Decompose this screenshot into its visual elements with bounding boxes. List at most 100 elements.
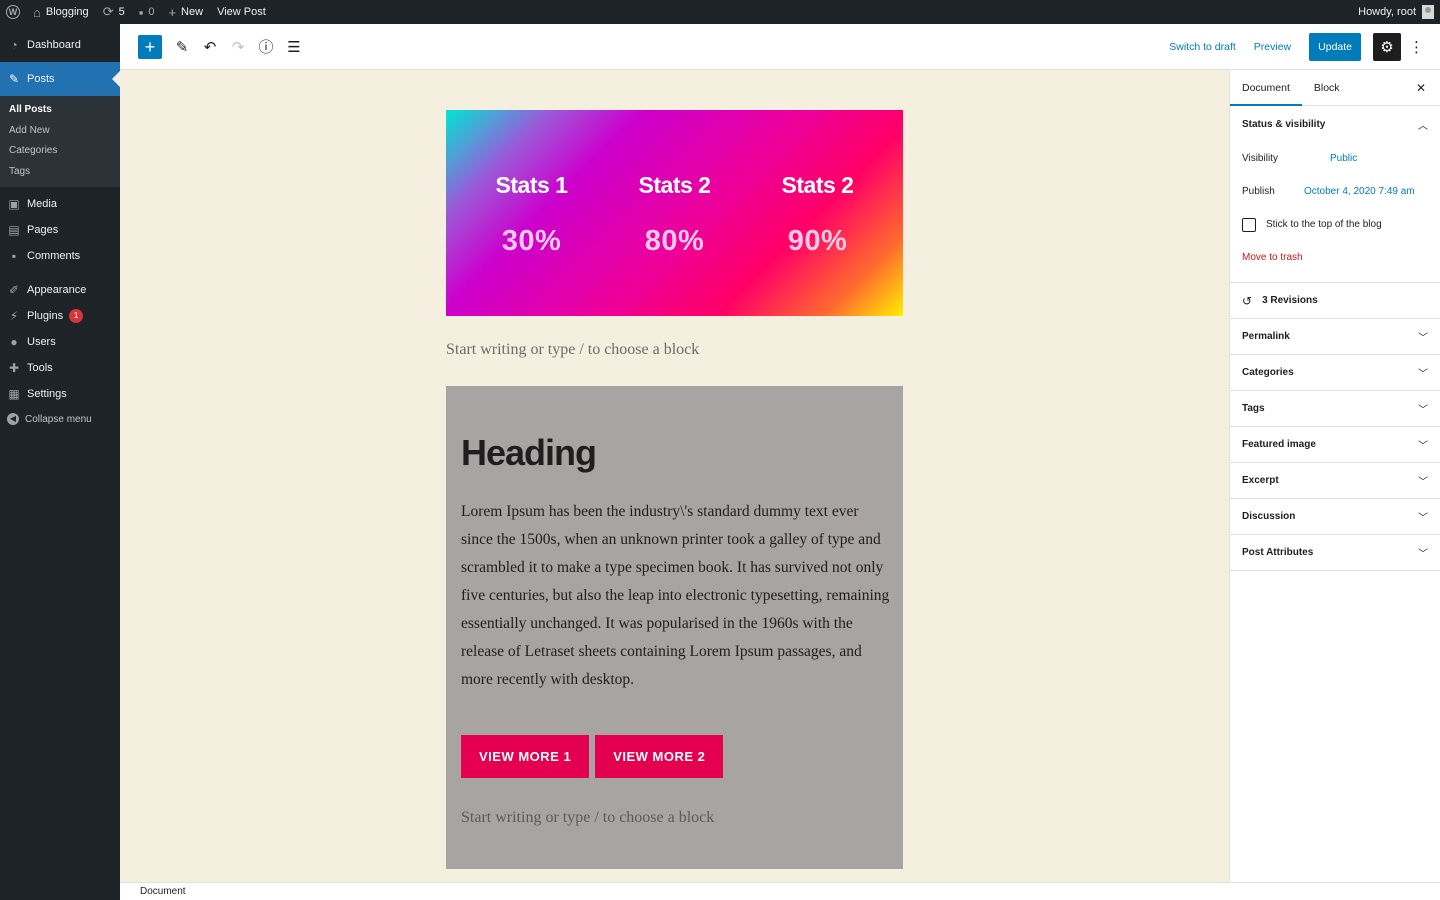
status-visibility-title: Status & visibility xyxy=(1242,118,1326,130)
menu-tools[interactable]: ✚ Tools xyxy=(0,355,120,381)
wordpress-logo-icon[interactable]: W xyxy=(6,5,20,19)
stat-column: Stats 2 90% xyxy=(748,110,888,316)
revisions-link[interactable]: ↺ 3 Revisions xyxy=(1230,283,1440,319)
panel-featured-image[interactable]: Featured image ﹀ xyxy=(1230,427,1440,463)
menu-media[interactable]: ▣ Media xyxy=(0,191,120,217)
collapse-menu-button[interactable]: ◀ Collapse menu xyxy=(0,407,120,431)
updates-count: 5 xyxy=(118,6,125,18)
tools-icon: ✚ xyxy=(8,361,20,375)
submenu-tags[interactable]: Tags xyxy=(0,162,120,183)
posts-submenu: All Posts Add New Categories Tags xyxy=(0,96,120,187)
comments-count: 0 xyxy=(148,6,155,18)
submenu-all-posts[interactable]: All Posts xyxy=(0,100,120,121)
menu-dashboard-label: Dashboard xyxy=(27,39,81,51)
admin-menu: ◔ Dashboard ✎ Posts All Posts Add New Ca… xyxy=(0,24,120,900)
pin-icon: ✎ xyxy=(8,72,20,86)
view-post-label: View Post xyxy=(217,6,266,18)
stat-title: Stats 1 xyxy=(495,172,568,198)
move-to-trash-button[interactable]: Move to trash xyxy=(1230,241,1440,274)
chevron-down-icon: ﹀ xyxy=(1418,549,1428,560)
menu-media-label: Media xyxy=(27,198,57,210)
appearance-icon: ✐ xyxy=(8,283,20,297)
panel-tags[interactable]: Tags ﹀ xyxy=(1230,391,1440,427)
greeting: Howdy, root xyxy=(1358,6,1416,18)
chevron-down-icon: ﹀ xyxy=(1418,513,1428,524)
sticky-checkbox[interactable] xyxy=(1242,217,1256,232)
stats-block[interactable]: Stats 1 30% Stats 2 80% Stats 2 90% xyxy=(446,110,903,316)
switch-to-draft-button[interactable]: Switch to draft xyxy=(1169,41,1236,53)
plugins-icon: ⚡ xyxy=(9,309,19,323)
updates-link[interactable]: ⟳ 5 xyxy=(96,0,132,24)
view-more-1-button[interactable]: VIEW MORE 1 xyxy=(461,735,590,778)
menu-plugins[interactable]: ⚡ Plugins 1 xyxy=(0,303,120,329)
panel-excerpt[interactable]: Excerpt ﹀ xyxy=(1230,463,1440,499)
info-icon[interactable]: ⓘ xyxy=(254,35,278,59)
dashboard-icon: ◔ xyxy=(10,38,18,52)
visibility-value-link[interactable]: Public xyxy=(1330,153,1357,164)
chevron-down-icon: ﹀ xyxy=(1418,369,1428,380)
settings-gear-icon[interactable]: ⚙ xyxy=(1373,32,1401,61)
menu-settings[interactable]: ▦ Settings xyxy=(0,381,120,407)
cover-empty-block-placeholder[interactable]: Start writing or type / to choose a bloc… xyxy=(461,809,714,827)
preview-button[interactable]: Preview xyxy=(1254,41,1291,53)
publish-label: Publish xyxy=(1242,186,1275,197)
panel-categories[interactable]: Categories ﹀ xyxy=(1230,355,1440,391)
new-label: New xyxy=(181,6,204,18)
menu-users-label: Users xyxy=(27,336,56,348)
visibility-row: Visibility Public xyxy=(1230,142,1440,175)
panel-discussion[interactable]: Discussion ﹀ xyxy=(1230,499,1440,535)
submenu-add-new[interactable]: Add New xyxy=(0,121,120,142)
menu-users[interactable]: ● Users xyxy=(0,329,120,355)
menu-settings-label: Settings xyxy=(27,388,67,400)
breadcrumb-document[interactable]: Document xyxy=(140,886,186,897)
cover-heading[interactable]: Heading xyxy=(461,432,597,474)
cover-block[interactable]: Heading Lorem Ipsum has been the industr… xyxy=(446,386,903,869)
panel-title: Permalink xyxy=(1242,331,1290,342)
settings-icon: ▦ xyxy=(8,387,20,401)
history-icon: ↺ xyxy=(1242,293,1253,308)
panel-post-attributes[interactable]: Post Attributes ﹀ xyxy=(1230,535,1440,571)
more-options-icon[interactable]: ⋮ xyxy=(1409,38,1424,56)
chevron-down-icon: ﹀ xyxy=(1418,333,1428,344)
status-visibility-toggle[interactable]: Status & visibility ︿ xyxy=(1230,106,1440,142)
outline-icon[interactable]: ☰ xyxy=(282,35,306,59)
menu-dashboard[interactable]: ◔ Dashboard xyxy=(0,28,120,62)
tab-document[interactable]: Document xyxy=(1230,70,1302,106)
menu-pages[interactable]: ▤ Pages xyxy=(0,217,120,243)
update-button[interactable]: Update xyxy=(1309,32,1361,61)
tab-block[interactable]: Block xyxy=(1302,70,1352,106)
menu-posts[interactable]: ✎ Posts xyxy=(0,62,120,96)
tools-pencil-icon[interactable]: ✎ xyxy=(170,35,194,59)
stat-column: Stats 2 80% xyxy=(605,110,745,316)
chevron-down-icon: ﹀ xyxy=(1418,441,1428,452)
submenu-categories[interactable]: Categories xyxy=(0,141,120,162)
stat-value: 80% xyxy=(644,225,705,257)
panel-permalink[interactable]: Permalink ﹀ xyxy=(1230,319,1440,355)
add-block-button[interactable]: + xyxy=(138,34,162,59)
cover-paragraph[interactable]: Lorem Ipsum has been the industry\'s sta… xyxy=(461,498,891,694)
chevron-up-icon: ︿ xyxy=(1418,120,1428,132)
panel-title: Discussion xyxy=(1242,511,1296,522)
redo-icon[interactable]: ↷ xyxy=(226,35,250,59)
publish-date-link[interactable]: October 4, 2020 7:49 am xyxy=(1304,186,1415,197)
chevron-down-icon: ﹀ xyxy=(1418,405,1428,416)
revisions-label: 3 Revisions xyxy=(1262,295,1318,306)
comment-icon: ▪ xyxy=(138,4,144,20)
site-name-link[interactable]: ⌂ Blogging xyxy=(26,0,96,24)
menu-appearance[interactable]: ✐ Appearance xyxy=(0,277,120,303)
panel-title: Post Attributes xyxy=(1242,547,1314,558)
view-more-2-button[interactable]: VIEW MORE 2 xyxy=(595,735,724,778)
admin-bar: W ⌂ Blogging ⟳ 5 ▪ 0 + New View Post How… xyxy=(0,0,1440,24)
menu-comments[interactable]: ▪ Comments xyxy=(0,243,120,269)
menu-tools-label: Tools xyxy=(27,362,53,374)
undo-icon[interactable]: ↶ xyxy=(198,35,222,59)
menu-appearance-label: Appearance xyxy=(27,284,87,296)
empty-block-placeholder[interactable]: Start writing or type / to choose a bloc… xyxy=(446,341,699,359)
view-post-link[interactable]: View Post xyxy=(210,0,273,24)
sticky-row: Stick to the top of the blog xyxy=(1230,208,1440,241)
close-icon[interactable]: ✕ xyxy=(1416,81,1426,95)
status-visibility-panel: Status & visibility ︿ Visibility Public … xyxy=(1230,106,1440,283)
comments-link[interactable]: ▪ 0 xyxy=(132,0,162,24)
my-account[interactable]: Howdy, root xyxy=(1358,5,1440,19)
new-content-link[interactable]: + New xyxy=(161,0,210,24)
